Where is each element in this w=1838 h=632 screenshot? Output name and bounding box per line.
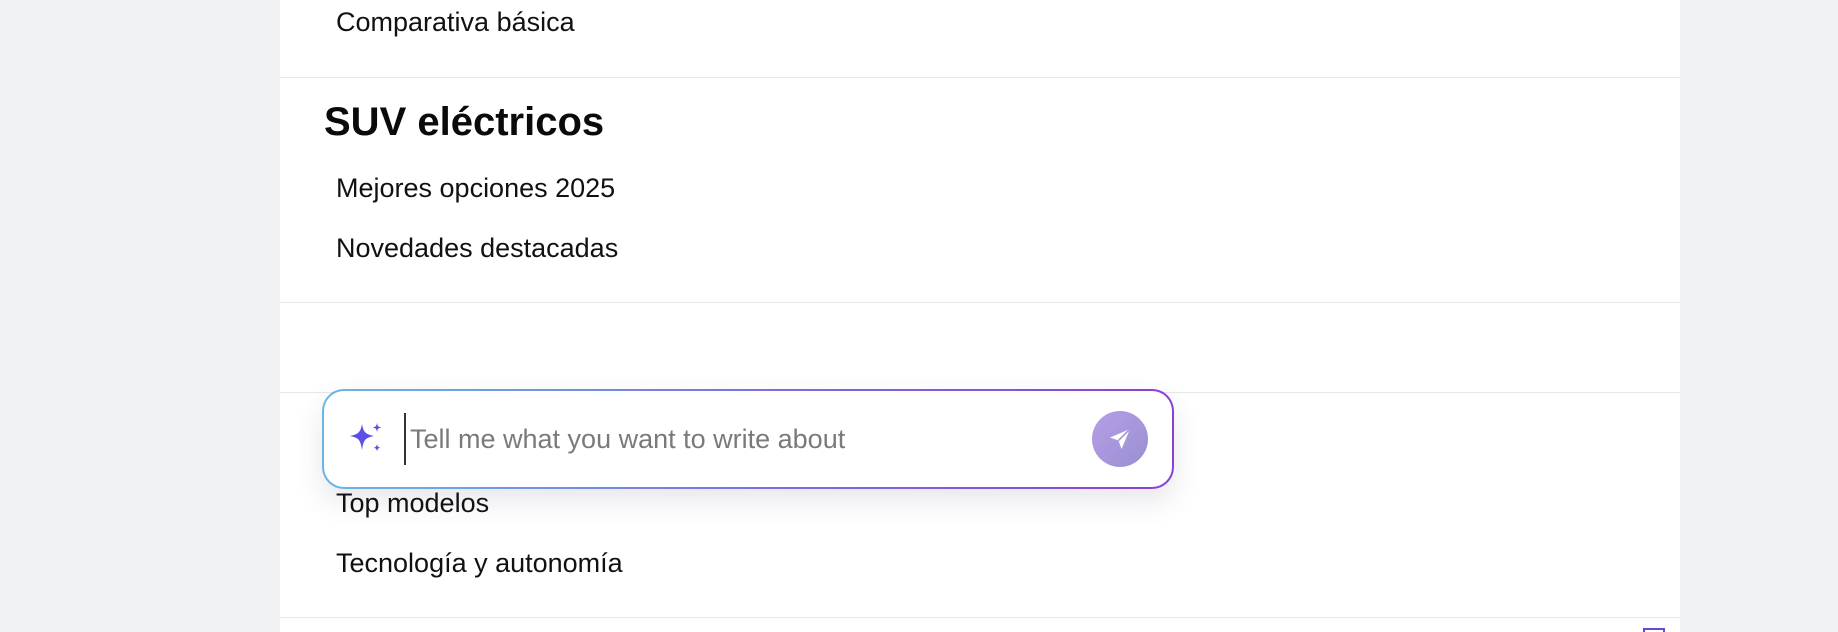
- list-item-novedades[interactable]: Novedades destacadas: [336, 232, 618, 264]
- sparkle-icon: [350, 423, 382, 452]
- list-item-mejores-opciones[interactable]: Mejores opciones 2025: [336, 172, 615, 204]
- section-heading-suv: SUV eléctricos: [324, 100, 605, 144]
- send-button[interactable]: [1092, 411, 1148, 467]
- send-icon: [1110, 428, 1131, 449]
- list-item-tecnologia[interactable]: Tecnología y autonomía: [336, 547, 623, 579]
- divider: [280, 302, 1680, 303]
- content-page: Comparativa básica SUV eléctricos Mejore…: [280, 0, 1680, 632]
- corner-indicator: [1643, 628, 1665, 632]
- prompt-input[interactable]: [404, 413, 1070, 465]
- divider: [280, 77, 1680, 78]
- ai-prompt-box: [322, 389, 1174, 489]
- list-item-top-modelos[interactable]: Top modelos: [336, 487, 489, 519]
- divider: [280, 617, 1680, 618]
- list-item-comparativa[interactable]: Comparativa básica: [336, 6, 575, 38]
